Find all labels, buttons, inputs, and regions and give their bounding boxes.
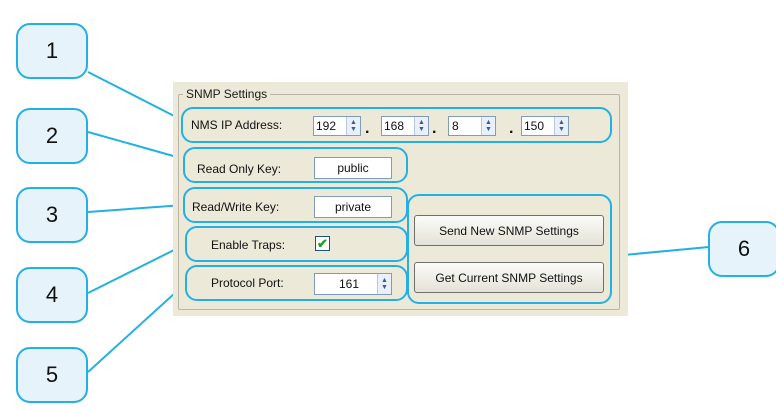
callout-2: 2 [16,108,88,164]
callout-4: 4 [16,267,88,323]
highlight-enable-traps [185,226,408,262]
highlight-protocol-port [185,265,408,301]
callout-5: 5 [16,347,88,403]
highlight-read-write-key [183,187,408,223]
highlight-nms-ip [181,107,612,143]
callout-1: 1 [16,23,88,79]
highlight-read-only-key [183,147,408,183]
callout-3: 3 [16,187,88,243]
highlight-buttons [407,194,612,304]
group-title: SNMP Settings [183,87,271,101]
callout-6: 6 [708,221,776,277]
